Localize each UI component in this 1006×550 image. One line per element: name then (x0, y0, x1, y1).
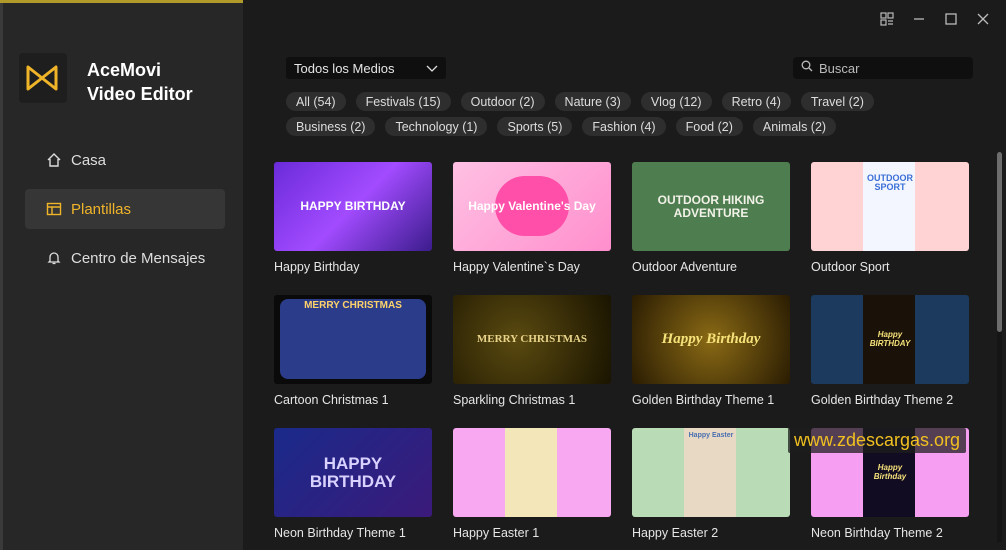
template-thumbnail[interactable]: HAPPY BIRTHDAY (274, 428, 432, 517)
template-thumbnail[interactable]: Happy Valentine's Day (453, 162, 611, 251)
template-title: Cartoon Christmas 1 (274, 393, 389, 407)
thumbnail-text: Happy BIRTHDAY (869, 330, 911, 348)
template-card[interactable]: OUTDOOR SPORT Outdoor Sport (811, 162, 969, 295)
window-controls (878, 10, 992, 28)
search-box (793, 57, 973, 79)
thumbnail-text: MERRY CHRISTMAS (304, 300, 402, 311)
template-card[interactable]: HAPPY BIRTHDAY Happy Birthday (274, 162, 432, 295)
thumbnail-text: Happy Easter (688, 432, 734, 439)
template-title: Neon Birthday Theme 2 (811, 526, 943, 540)
app-window: AceMovi Video Editor Casa Plantillas Cen… (0, 0, 1006, 550)
sidebar-item-centro-de-mensajes[interactable]: Centro de Mensajes (25, 238, 225, 278)
portrait-frame (505, 428, 557, 517)
category-chip[interactable]: Festivals (15) (355, 92, 451, 111)
sidebar: AceMovi Video Editor Casa Plantillas Cen… (0, 3, 243, 550)
chevron-down-icon (426, 61, 438, 76)
thumbnail-text: OUTDOOR SPORT (867, 173, 913, 193)
search-input[interactable] (819, 60, 959, 76)
template-thumbnail[interactable]: Happy Easter (632, 428, 790, 517)
category-chip[interactable]: Nature (3) (554, 92, 631, 111)
template-card[interactable]: Happy Easter 1 (453, 428, 611, 550)
home-icon (45, 151, 63, 169)
category-chip[interactable]: Travel (2) (800, 92, 874, 111)
media-filter-select[interactable]: Todos los Medios (286, 57, 446, 79)
template-card[interactable]: Happy Easter Happy Easter 2 (632, 428, 790, 550)
sidebar-item-label: Casa (71, 151, 107, 169)
sidebar-item-label: Plantillas (71, 200, 132, 218)
template-card[interactable]: MERRY CHRISTMAS Cartoon Christmas 1 (274, 295, 432, 428)
portrait-frame (684, 428, 736, 517)
close-icon[interactable] (974, 10, 992, 28)
template-title: Happy Easter 2 (632, 526, 719, 540)
template-title: Golden Birthday Theme 2 (811, 393, 954, 407)
category-filters: All (54) Festivals (15) Outdoor (2) Nature … (286, 92, 936, 142)
app-title-line2: Video Editor (87, 84, 193, 104)
app-title-line1: AceMovi (87, 60, 162, 80)
template-card[interactable]: OUTDOOR HIKING ADVENTURE Outdoor Adventur… (632, 162, 790, 295)
watermark: www.zdescargas.org (788, 428, 967, 453)
app-logo (19, 53, 67, 103)
bell-icon (45, 249, 63, 267)
template-title: Outdoor Adventure (632, 260, 737, 274)
template-thumbnail[interactable]: OUTDOOR HIKING ADVENTURE (632, 162, 790, 251)
category-chip[interactable]: Technology (1) (385, 117, 488, 136)
category-chip[interactable]: All (54) (286, 92, 346, 111)
category-chip[interactable]: Business (2) (286, 117, 376, 136)
template-title: Happy Easter 1 (453, 526, 540, 540)
thumbnail-text: HAPPY BIRTHDAY (309, 453, 397, 491)
template-title: Happy Valentine`s Day (453, 260, 580, 274)
template-thumbnail[interactable]: Happy Birthday (632, 295, 790, 384)
template-thumbnail[interactable]: MERRY CHRISTMAS (274, 295, 432, 384)
thumbnail-text: HAPPY BIRTHDAY (300, 199, 406, 214)
main-content: Todos los Medios All (54) Festivals (15) O… (243, 0, 1006, 550)
template-card[interactable]: Happy Valentine's Day Happy Valentine`s D… (453, 162, 611, 295)
template-card[interactable]: Happy Birthday Golden Birthday Theme 1 (632, 295, 790, 428)
category-chip[interactable]: Animals (2) (752, 117, 837, 136)
thumbnail-text: Happy Valentine's Day (468, 199, 596, 214)
app-title: AceMovi Video Editor (87, 58, 193, 106)
template-title: Happy Birthday (274, 260, 360, 274)
template-thumbnail[interactable]: HAPPY BIRTHDAY (274, 162, 432, 251)
category-chip[interactable]: Outdoor (2) (460, 92, 545, 111)
template-thumbnail[interactable] (453, 428, 611, 517)
category-row: All (54) Festivals (15) Outdoor (2) Nature … (286, 92, 936, 111)
category-chip[interactable]: Food (2) (675, 117, 743, 136)
search-icon (801, 59, 813, 77)
template-thumbnail[interactable]: Happy BIRTHDAY (811, 295, 969, 384)
category-chip[interactable]: Retro (4) (721, 92, 791, 111)
thumbnail-text: MERRY CHRISTMAS (476, 332, 588, 345)
category-chip[interactable]: Sports (5) (497, 117, 573, 136)
template-title: Sparkling Christmas 1 (453, 393, 576, 407)
category-chip[interactable]: Fashion (4) (582, 117, 666, 136)
scrollbar-thumb[interactable] (997, 152, 1002, 332)
maximize-icon[interactable] (942, 10, 960, 28)
sidebar-item-casa[interactable]: Casa (25, 140, 225, 180)
template-title: Golden Birthday Theme 1 (632, 393, 775, 407)
thumbnail-text: Happy Birthday (873, 463, 907, 481)
template-thumbnail[interactable]: MERRY CHRISTMAS (453, 295, 611, 384)
template-title: Neon Birthday Theme 1 (274, 526, 406, 540)
sidebar-item-plantillas[interactable]: Plantillas (25, 189, 225, 229)
media-filter-value: Todos los Medios (294, 60, 395, 76)
template-card[interactable]: Happy BIRTHDAY Golden Birthday Theme 2 (811, 295, 969, 428)
grid-icon[interactable] (878, 10, 896, 28)
scrollbar[interactable] (997, 152, 1002, 542)
acemovi-logo-icon (26, 65, 58, 91)
template-card[interactable]: MERRY CHRISTMAS Sparkling Christmas 1 (453, 295, 611, 428)
thumbnail-text: Happy Birthday (661, 330, 761, 347)
template-title: Outdoor Sport (811, 260, 890, 274)
template-grid: HAPPY BIRTHDAY Happy Birthday Happy Valent… (274, 162, 984, 550)
sidebar-item-label: Centro de Mensajes (71, 249, 206, 267)
template-card[interactable]: HAPPY BIRTHDAY Neon Birthday Theme 1 (274, 428, 432, 550)
thumbnail-text: OUTDOOR HIKING ADVENTURE (657, 192, 765, 220)
minimize-icon[interactable] (910, 10, 928, 28)
category-row: Business (2) Technology (1) Sports (5) Fash… (286, 117, 936, 136)
category-chip[interactable]: Vlog (12) (640, 92, 712, 111)
templates-icon (45, 200, 63, 218)
template-thumbnail[interactable]: OUTDOOR SPORT (811, 162, 969, 251)
